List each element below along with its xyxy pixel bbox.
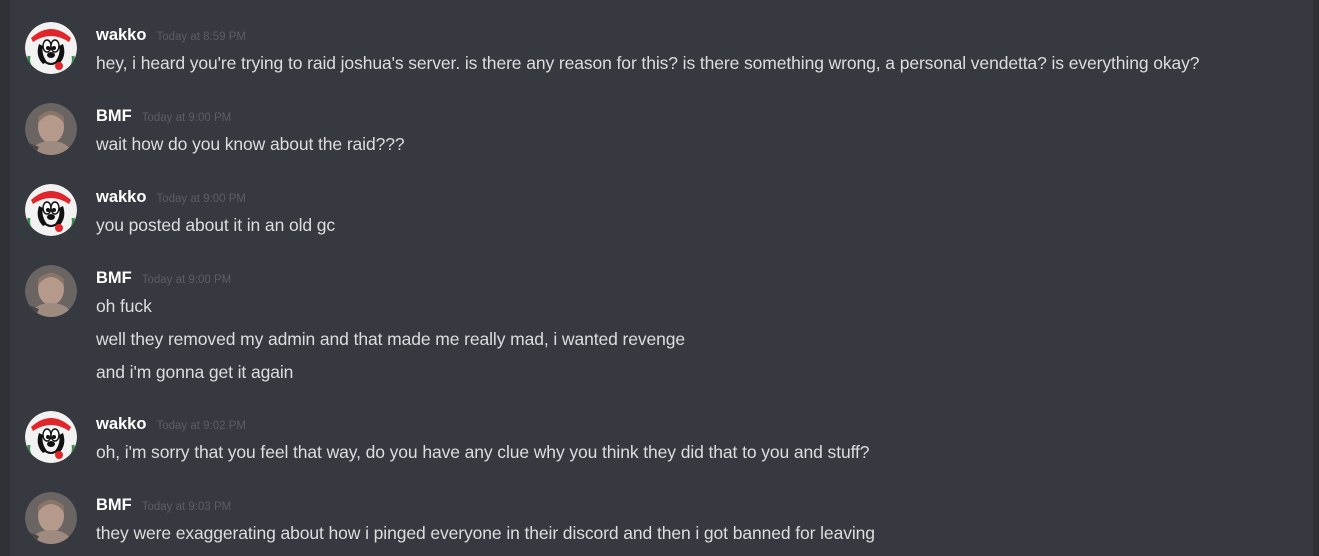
scrollbar-track[interactable] bbox=[1313, 0, 1319, 556]
message-header: BMF Today at 9:00 PM bbox=[96, 269, 231, 289]
bmf-avatar[interactable] bbox=[25, 265, 77, 317]
username[interactable]: wakko bbox=[96, 26, 146, 44]
message-text: and i'm gonna get it again bbox=[96, 362, 294, 382]
message-text: well they removed my admin and that made… bbox=[96, 329, 686, 349]
message-text: you posted about it in an old gc bbox=[96, 215, 336, 235]
timestamp: Today at 9:00 PM bbox=[141, 274, 232, 286]
message-text: oh fuck bbox=[96, 296, 152, 316]
message-text: oh, i'm sorry that you feel that way, do… bbox=[96, 442, 870, 462]
wakko-avatar[interactable] bbox=[25, 184, 77, 236]
bmf-avatar[interactable] bbox=[25, 103, 77, 155]
message-header: wakko Today at 8:59 PM bbox=[96, 26, 246, 46]
bmf-avatar[interactable] bbox=[25, 492, 77, 544]
timestamp: Today at 9:02 PM bbox=[156, 420, 246, 432]
username[interactable]: BMF bbox=[96, 496, 132, 514]
message-group: BMF Today at 9:00 PM oh fuck well they re… bbox=[0, 265, 1313, 390]
message-text: wait how do you know about the raid??? bbox=[96, 134, 405, 154]
message-header: wakko Today at 9:00 PM bbox=[96, 188, 246, 208]
timestamp: Today at 8:59 PM bbox=[156, 31, 246, 43]
timestamp: Today at 9:03 PM bbox=[141, 501, 232, 513]
username[interactable]: BMF bbox=[96, 107, 132, 125]
message-list: wakko Today at 8:59 PM hey, i heard you'r… bbox=[0, 0, 1313, 556]
timestamp: Today at 9:00 PM bbox=[141, 112, 232, 124]
message-group: BMF Today at 9:00 PM wait how do you know… bbox=[0, 103, 1313, 163]
message-header: wakko Today at 9:02 PM bbox=[96, 415, 246, 435]
username[interactable]: wakko bbox=[96, 188, 146, 206]
message-header: BMF Today at 9:00 PM bbox=[96, 107, 231, 127]
username[interactable]: BMF bbox=[96, 269, 132, 287]
message-group: wakko Today at 8:59 PM hey, i heard you'r… bbox=[0, 22, 1313, 82]
wakko-avatar[interactable] bbox=[25, 411, 77, 463]
wakko-avatar[interactable] bbox=[25, 22, 77, 74]
message-group: wakko Today at 9:00 PM you posted about i… bbox=[0, 184, 1313, 244]
timestamp: Today at 9:00 PM bbox=[156, 193, 246, 205]
message-group: wakko Today at 9:02 PM oh, i'm sorry that… bbox=[0, 411, 1313, 471]
message-header: BMF Today at 9:03 PM bbox=[96, 496, 231, 516]
message-text: they were exaggerating about how i pinge… bbox=[96, 523, 875, 543]
username[interactable]: wakko bbox=[96, 415, 146, 433]
message-text: hey, i heard you're trying to raid joshu… bbox=[96, 53, 1200, 73]
message-group: BMF Today at 9:03 PM they were exaggerati… bbox=[0, 492, 1313, 552]
